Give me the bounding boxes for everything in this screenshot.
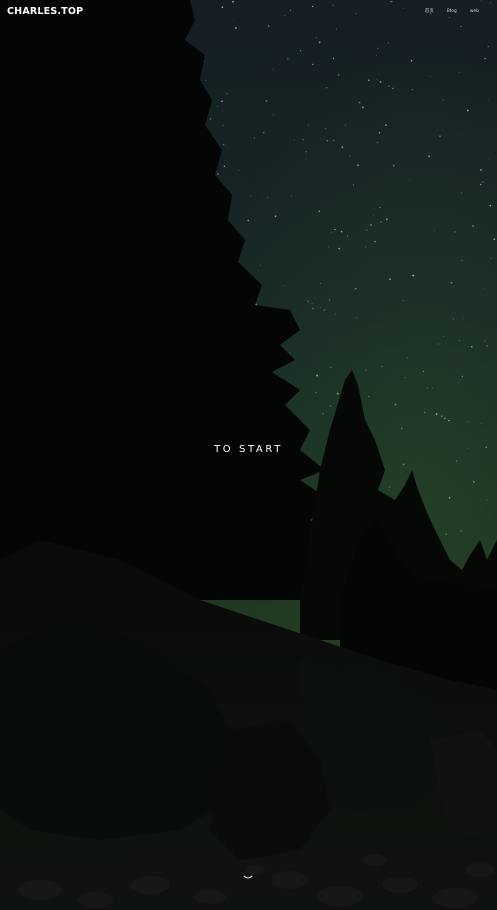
chevron-down-icon[interactable]: [242, 874, 254, 882]
cta-container: TO START: [0, 437, 497, 456]
main-nav: 首页 Blog web: [425, 9, 479, 15]
site-logo-link[interactable]: CHARLES.TOP: [7, 6, 83, 18]
nav-link-web[interactable]: web: [470, 9, 479, 15]
nav-link-home[interactable]: 首页: [425, 9, 434, 15]
nav-link-blog[interactable]: Blog: [447, 9, 457, 15]
to-start-link[interactable]: TO START: [214, 444, 283, 455]
hero-section: CHARLES.TOP 首页 Blog web TO START: [0, 0, 497, 910]
top-navigation-bar: CHARLES.TOP 首页 Blog web: [0, 0, 497, 24]
